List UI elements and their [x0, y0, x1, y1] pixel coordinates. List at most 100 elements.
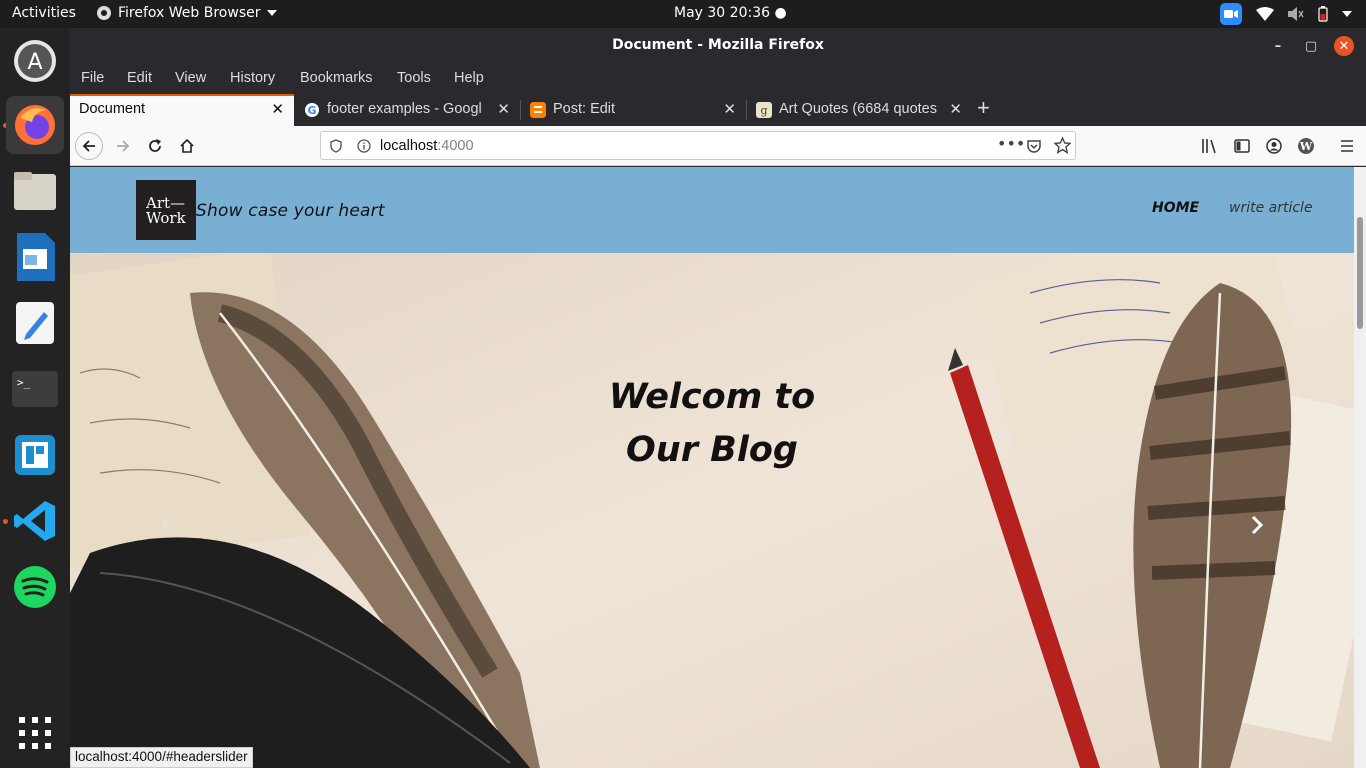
tab-document[interactable]: Document ✕	[70, 94, 294, 126]
page-scrollbar[interactable]	[1354, 167, 1366, 768]
shield-icon[interactable]	[329, 139, 343, 153]
wordpress-extension-icon[interactable]: W	[1297, 137, 1315, 155]
reload-icon	[149, 139, 161, 152]
hero-heading-line-1: Welcom to	[608, 377, 816, 417]
slider-next-icon[interactable]	[1250, 515, 1264, 535]
url-port: :4000	[437, 138, 474, 154]
new-tab-button[interactable]: +	[974, 94, 998, 126]
link-status-bar: localhost:4000/#headerslider	[70, 747, 253, 768]
app-name-label: Firefox Web Browser	[118, 5, 261, 21]
sidebar-icon[interactable]	[1234, 138, 1250, 154]
chevron-down-icon	[266, 10, 277, 16]
site-logo[interactable]: Art— Work	[136, 180, 196, 240]
url-text: localhost:4000	[380, 138, 474, 154]
back-arrow-icon	[82, 140, 95, 152]
tab-art-quotes[interactable]: g Art Quotes (6684 quotes ✕	[746, 94, 972, 126]
firefox-launcher[interactable]	[6, 96, 64, 154]
gnome-top-bar: Activities Firefox Web Browser May 30 20…	[0, 0, 1366, 28]
spotify-icon	[14, 566, 56, 608]
close-tab-icon[interactable]: ✕	[271, 100, 284, 118]
nav-link-home[interactable]: HOME	[1152, 200, 1199, 216]
battery-icon[interactable]	[1318, 6, 1328, 22]
page-actions-icon[interactable]: •••	[997, 134, 1025, 153]
plus-icon: +	[977, 95, 990, 120]
header-slider: Welcom to Our Blog	[70, 253, 1354, 768]
window-title: Document - Mozilla Firefox	[612, 37, 824, 53]
library-icon[interactable]	[1201, 138, 1219, 154]
forward-arrow-icon	[117, 140, 130, 152]
writer-icon	[17, 233, 55, 281]
app-menu[interactable]: Firefox Web Browser	[96, 5, 277, 21]
close-window-button[interactable]: ✕	[1334, 36, 1354, 56]
close-tab-icon[interactable]: ✕	[497, 100, 510, 118]
menu-view[interactable]: View	[175, 70, 206, 86]
site-tagline: Show case your heart	[196, 201, 385, 221]
svg-text:G: G	[307, 104, 316, 117]
writer-launcher[interactable]	[6, 228, 64, 286]
back-button[interactable]	[75, 132, 103, 160]
hero-heading-line-2: Our Blog	[626, 430, 798, 470]
forward-button[interactable]	[109, 132, 137, 160]
hero-heading: Welcom to Our Blog	[550, 371, 874, 477]
terminal-launcher[interactable]: >_	[6, 360, 64, 418]
web-page: Art— Work Show case your heart HOME writ…	[70, 167, 1354, 768]
svg-text:>_: >_	[17, 376, 31, 389]
nav-link-write-article[interactable]: write article	[1229, 200, 1313, 216]
files-launcher[interactable]	[6, 162, 64, 220]
site-info-icon[interactable]	[357, 139, 371, 153]
vscode-launcher[interactable]	[6, 492, 64, 550]
clock[interactable]: May 30 20:36 ●	[674, 5, 787, 21]
tab-strip: Document ✕ G footer examples - Googl ✕ P…	[70, 94, 1366, 126]
tab-label: Post: Edit	[553, 101, 616, 117]
app-launcher-blue[interactable]	[6, 426, 64, 484]
slider-prev-icon[interactable]	[160, 515, 174, 535]
system-menu-chevron-icon[interactable]	[1342, 11, 1352, 17]
volume-muted-icon[interactable]	[1288, 7, 1304, 21]
logo-line-2: Work	[146, 209, 186, 227]
window-titlebar[interactable]: Document - Mozilla Firefox – ▢ ✕	[70, 28, 1366, 64]
text-editor-launcher[interactable]	[6, 294, 64, 352]
hamburger-menu-icon[interactable]	[1340, 139, 1354, 153]
menu-help[interactable]: Help	[454, 70, 484, 86]
goodreads-favicon-icon: g	[756, 102, 772, 118]
reload-button[interactable]	[141, 132, 169, 160]
blogger-favicon-icon	[530, 102, 546, 118]
software-center-launcher[interactable]: A	[6, 32, 64, 90]
activities-button[interactable]: Activities	[12, 5, 76, 21]
system-tray[interactable]	[1220, 3, 1352, 25]
minimize-button[interactable]: –	[1268, 36, 1288, 56]
menu-bar: File Edit View History Bookmarks Tools H…	[70, 64, 1366, 94]
hero-background-image	[70, 253, 1354, 768]
google-favicon-icon: G	[305, 103, 319, 117]
menu-history[interactable]: History	[230, 70, 275, 86]
wifi-icon[interactable]	[1256, 7, 1274, 21]
close-tab-icon[interactable]: ✕	[949, 100, 962, 118]
firefox-small-icon	[97, 6, 111, 20]
tab-post-edit[interactable]: Post: Edit ✕	[520, 94, 746, 126]
url-bar[interactable]: localhost:4000 •••	[320, 131, 1076, 160]
scrollbar-thumb[interactable]	[1357, 217, 1363, 329]
account-icon[interactable]	[1266, 138, 1282, 154]
terminal-icon: >_	[12, 371, 58, 407]
tab-footer-examples[interactable]: G footer examples - Googl ✕	[294, 94, 520, 126]
show-applications-button[interactable]	[6, 704, 64, 762]
spotify-launcher[interactable]	[6, 558, 64, 616]
tab-label: Art Quotes (6684 quotes	[779, 101, 937, 117]
app-grid-icon	[19, 717, 51, 749]
vscode-icon	[14, 501, 55, 541]
window-app-icon	[15, 435, 55, 475]
menu-edit[interactable]: Edit	[127, 70, 152, 86]
navigation-toolbar: localhost:4000 ••• W	[70, 126, 1366, 166]
zoom-icon[interactable]	[1220, 3, 1242, 25]
svg-text:A: A	[27, 50, 42, 75]
home-icon	[180, 138, 194, 153]
menu-file[interactable]: File	[81, 70, 104, 86]
pocket-icon[interactable]	[1026, 138, 1042, 154]
tab-label: Document	[79, 101, 146, 117]
maximize-button[interactable]: ▢	[1301, 36, 1321, 56]
menu-bookmarks[interactable]: Bookmarks	[300, 70, 373, 86]
home-button[interactable]	[173, 132, 201, 160]
bookmark-star-icon[interactable]	[1054, 137, 1071, 154]
close-tab-icon[interactable]: ✕	[723, 100, 736, 118]
menu-tools[interactable]: Tools	[397, 70, 431, 86]
